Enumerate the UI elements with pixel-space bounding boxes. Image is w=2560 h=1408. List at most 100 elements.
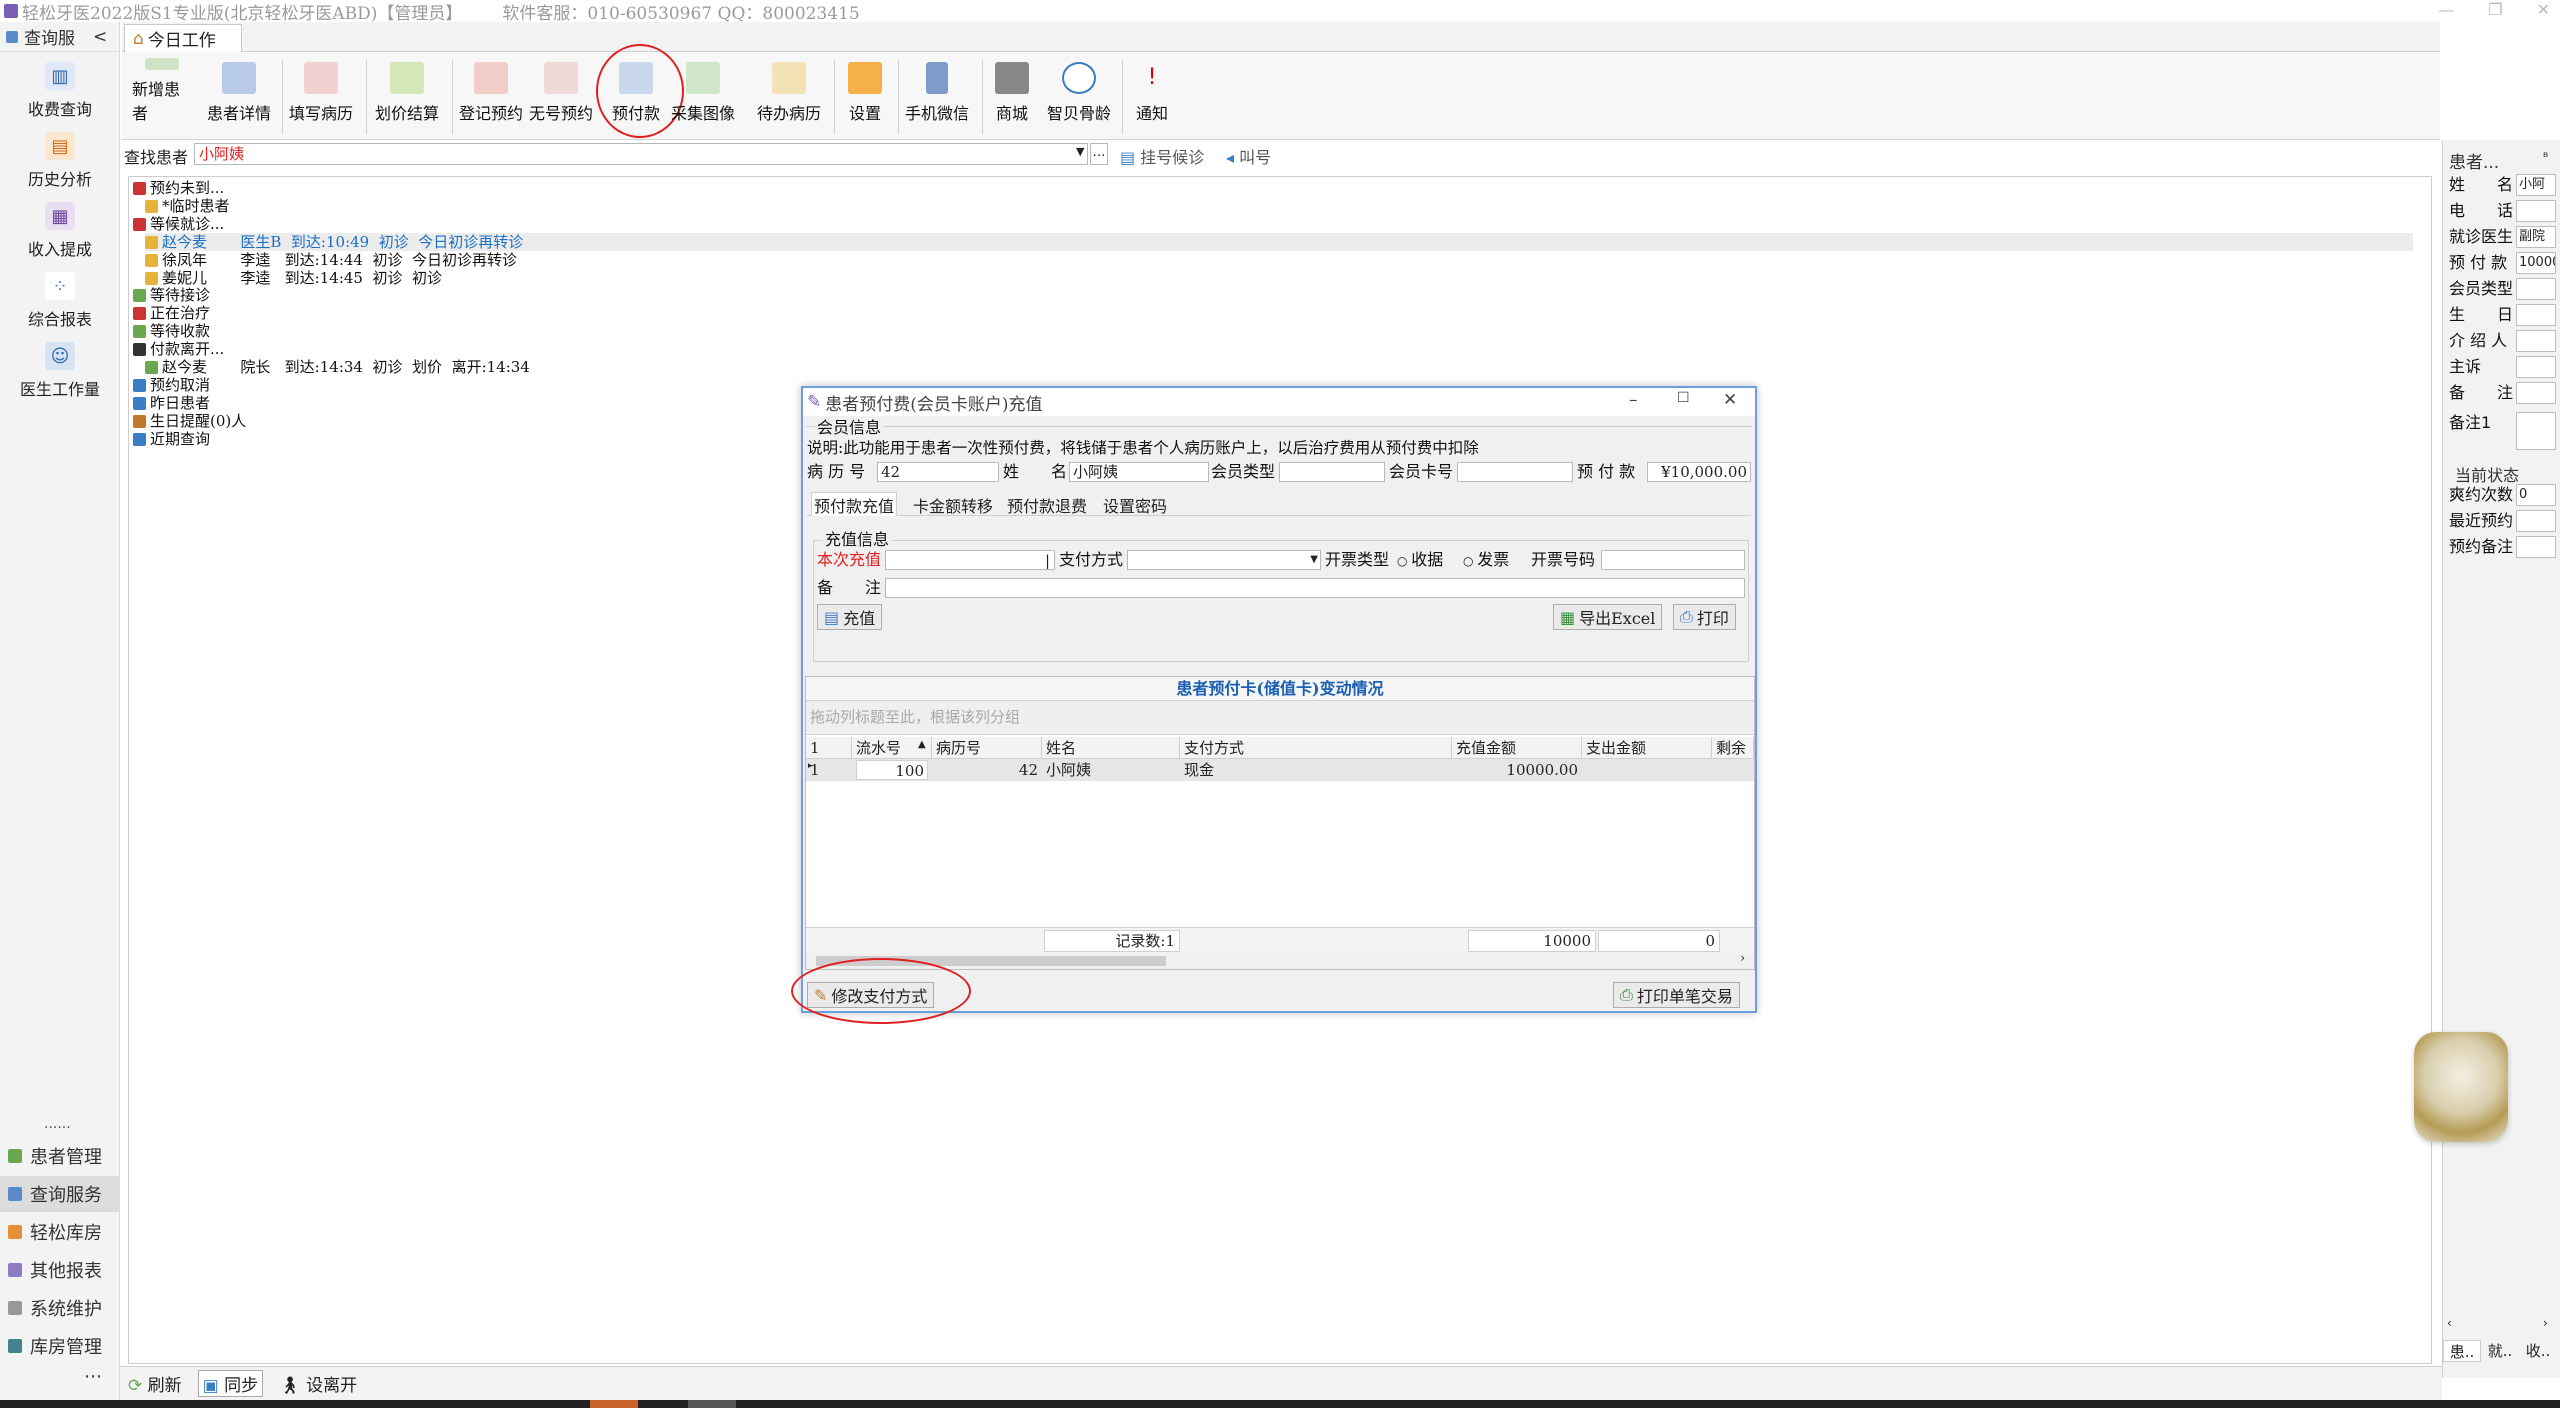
pay-method-select[interactable]: ▼ <box>1127 550 1321 570</box>
member-type-field[interactable] <box>1279 462 1385 482</box>
column-header[interactable]: 支出金额 <box>1582 737 1712 759</box>
tree-node[interactable]: 生日提醒(0)人 <box>133 412 246 430</box>
print-button[interactable]: ⎙ 打印 <box>1673 604 1736 630</box>
waitlist-button[interactable]: ▤ 挂号候诊 <box>1120 144 1204 168</box>
nav-charge-query[interactable]: ▥ 收费查询 <box>5 56 115 126</box>
scroll-left-icon[interactable]: ‹ <box>2447 1316 2452 1330</box>
tree-node[interactable]: 近期查询 <box>133 430 210 448</box>
appointment-button[interactable]: 登记预约 <box>458 58 524 128</box>
tree-node[interactable]: *临时患者 <box>145 197 230 215</box>
state-field-value[interactable] <box>2516 536 2556 558</box>
tab-charge[interactable]: 收.. <box>2519 1340 2557 1362</box>
module-warehouse-management[interactable]: 库房管理 <box>0 1328 120 1364</box>
more-icon[interactable]: ⋯ <box>84 1366 102 1387</box>
patient-field-value[interactable] <box>2516 330 2556 352</box>
table-cell[interactable]: 现金 <box>1184 760 1448 780</box>
tree-node[interactable]: 付款离开... <box>133 340 224 358</box>
settings-button[interactable]: 设置 <box>840 58 890 128</box>
module-storehouse[interactable]: 轻松库房 <box>0 1214 120 1250</box>
billing-button[interactable]: 划价结算 <box>374 58 440 128</box>
patient-detail-button[interactable]: 患者详情 <box>206 58 272 128</box>
column-header[interactable]: 1 <box>806 737 852 759</box>
patient-search-input[interactable]: 小阿姨 <box>194 143 1088 165</box>
nav-splitter-dots[interactable]: ...... <box>44 1116 71 1132</box>
invoice-radio[interactable]: ○ 发票 <box>1463 550 1509 570</box>
fill-record-button[interactable]: 填写病历 <box>288 58 354 128</box>
add-patient-button[interactable]: 新增患者 <box>132 58 192 128</box>
column-header[interactable]: 充值金额 <box>1452 737 1582 759</box>
table-cell[interactable]: 1 <box>810 760 848 780</box>
state-field-value[interactable]: 0 <box>2516 484 2556 506</box>
patient-field-value[interactable] <box>2516 278 2556 300</box>
tree-node[interactable]: 昨日患者 <box>133 394 210 412</box>
notification-button[interactable]: ! 通知 <box>1130 58 1174 128</box>
remark-input[interactable] <box>885 578 1745 598</box>
tab-visit[interactable]: 就.. <box>2481 1340 2519 1362</box>
card-no-field[interactable] <box>1457 462 1573 482</box>
taskbar-app-icon[interactable] <box>590 1400 638 1408</box>
tree-node[interactable]: 赵今麦 院长 到达:14:34 初诊 划价 离开:14:34 <box>145 358 530 376</box>
nav-income-commission[interactable]: ▦ 收入提成 <box>5 196 115 266</box>
tab-today-work[interactable]: ⌂ 今日工作 <box>124 24 242 52</box>
refresh-button[interactable]: ⟳ 刷新 <box>128 1371 182 1396</box>
taskbar-app-icon[interactable] <box>688 1400 736 1408</box>
tree-node[interactable]: 等待接诊 <box>133 286 210 304</box>
tab-prepay-recharge[interactable]: 预付款充值 <box>811 492 898 516</box>
tab-prepay-refund[interactable]: 预付款退费 <box>1007 493 1087 517</box>
search-more-button[interactable]: … <box>1090 143 1108 165</box>
dialog-minimize-icon[interactable]: – <box>1629 390 1638 410</box>
collapse-icon[interactable]: < <box>93 27 107 47</box>
patient-field-value[interactable] <box>2516 356 2556 378</box>
tree-node[interactable]: 等待收款 <box>133 322 210 340</box>
dialog-maximize-icon[interactable]: ☐ <box>1677 390 1690 406</box>
column-header[interactable]: 病历号 <box>932 737 1042 759</box>
tree-node[interactable]: 赵今麦 医生B 到达:10:49 初诊 今日初诊再转诊 <box>145 232 2413 251</box>
tree-node[interactable]: 徐凤年 李逵 到达:14:44 初诊 今日初诊再转诊 <box>145 251 517 269</box>
scroll-right-arrow-icon[interactable]: › <box>1740 951 1745 966</box>
column-header[interactable]: 剩余 <box>1712 737 1754 759</box>
tree-node[interactable]: 姜妮儿 李逵 到达:14:45 初诊 初诊 <box>145 269 442 287</box>
patient-field-value[interactable] <box>2516 382 2556 404</box>
record-no-field[interactable]: 42 <box>877 462 999 482</box>
set-leave-button[interactable]: 🚶︎ 设离开 <box>279 1371 357 1396</box>
tree-node[interactable]: 预约取消 <box>133 376 210 394</box>
search-dropdown-icon[interactable]: ▼ <box>1076 145 1084 158</box>
table-cell[interactable]: 100 <box>856 760 928 780</box>
patient-field-value[interactable]: 副院长 <box>2516 226 2556 248</box>
column-header[interactable]: 支付方式 <box>1180 737 1452 759</box>
capture-image-button[interactable]: 采集图像 <box>670 58 736 128</box>
patient-field-value[interactable] <box>2516 412 2556 450</box>
restore-icon[interactable]: ❐ <box>2488 0 2502 19</box>
table-cell[interactable] <box>1586 760 1708 780</box>
grid-horizontal-scrollbar[interactable]: › <box>806 951 1754 969</box>
state-field-value[interactable] <box>2516 510 2556 532</box>
pending-records-button[interactable]: 待办病历 <box>756 58 822 128</box>
nav-history-analysis[interactable]: ▤ 历史分析 <box>5 126 115 196</box>
name-field[interactable]: 小阿姨 <box>1069 462 1209 482</box>
patient-field-value[interactable] <box>2516 200 2556 222</box>
module-other-reports[interactable]: 其他报表 <box>0 1252 120 1288</box>
amount-input[interactable]: | <box>885 550 1055 570</box>
mobile-wechat-button[interactable]: 手机微信 <box>904 58 970 128</box>
nav-composite-report[interactable]: ⁘ 综合报表 <box>5 266 115 336</box>
column-header[interactable]: 姓名 <box>1042 737 1180 759</box>
receipt-radio[interactable]: ○ 收据 <box>1397 550 1443 570</box>
module-patient-management[interactable]: 患者管理 <box>0 1138 120 1174</box>
nav-doctor-workload[interactable]: ☺ 医生工作量 <box>5 336 115 406</box>
dialog-close-icon[interactable]: ✕ <box>1723 390 1737 410</box>
pin-icon[interactable]: ᴮ <box>2543 150 2548 164</box>
assistant-avatar[interactable] <box>2414 1032 2508 1142</box>
table-cell[interactable]: 10000.00 <box>1456 760 1578 780</box>
table-cell[interactable]: 42 <box>936 760 1038 780</box>
tab-patient[interactable]: 患.. <box>2443 1340 2481 1362</box>
patient-field-value[interactable]: 10000 <box>2516 252 2556 274</box>
patient-field-value[interactable] <box>2516 304 2556 326</box>
table-cell[interactable]: 小阿姨 <box>1046 760 1176 780</box>
patient-field-value[interactable]: 小阿姨 <box>2516 174 2556 196</box>
table-row[interactable]: 1 100 42 小阿姨 现金 10000.00 ▸ <box>806 759 1754 781</box>
tab-set-password[interactable]: 设置密码 <box>1103 493 1167 517</box>
module-system-maintenance[interactable]: 系统维护 <box>0 1290 120 1326</box>
scroll-right-icon[interactable]: › <box>2543 1316 2548 1330</box>
mall-button[interactable]: 商城 <box>990 58 1034 128</box>
recharge-button[interactable]: ▤ 充值 <box>817 604 883 630</box>
